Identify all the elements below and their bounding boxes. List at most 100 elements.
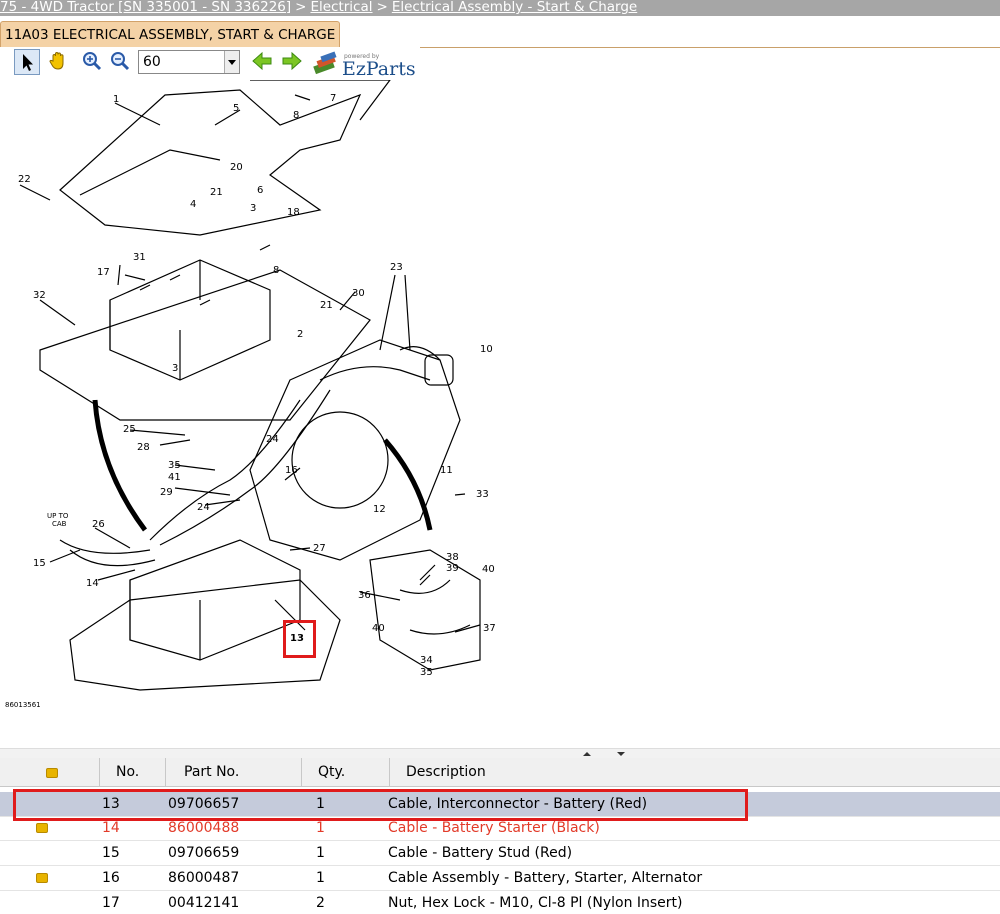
svg-text:21: 21 [320, 300, 333, 311]
svg-text:14: 14 [86, 578, 99, 589]
tab-assembly[interactable]: 11A03 ELECTRICAL ASSEMBLY, START & CHARG… [0, 21, 341, 48]
cell-description: Cable Assembly - Battery, Starter, Alter… [388, 870, 703, 886]
svg-text:40: 40 [482, 564, 495, 575]
up-to-cab-label-2: CAB [52, 520, 67, 528]
header-no[interactable]: No. [100, 758, 166, 786]
breadcrumb-link-electrical[interactable]: Electrical [310, 0, 372, 15]
cell-no: 17 [102, 895, 120, 911]
dropdown-button[interactable] [224, 51, 239, 73]
note-icon[interactable] [36, 873, 48, 883]
zoom-level-select[interactable]: 60 [138, 50, 240, 74]
breadcrumb-link-assembly[interactable]: Electrical Assembly - Start & Charge [392, 0, 637, 15]
arrow-left-icon [252, 51, 272, 71]
svg-text:35: 35 [168, 460, 181, 471]
row-highlight-box [13, 789, 748, 821]
cell-no: 15 [102, 845, 120, 861]
svg-text:1: 1 [113, 94, 119, 105]
battery-upper [109, 259, 271, 381]
breadcrumb: 75 - 4WD Tractor [SN 335001 - SN 336226]… [0, 0, 1000, 16]
svg-text:33: 33 [476, 489, 489, 500]
tab-bar: 11A03 ELECTRICAL ASSEMBLY, START & CHARG… [0, 16, 1000, 48]
svg-text:27: 27 [313, 543, 326, 554]
svg-text:8: 8 [293, 110, 299, 121]
breadcrumb-separator: > [295, 0, 307, 15]
pointer-tool-button[interactable] [14, 49, 40, 75]
cell-part-no: 00412141 [168, 895, 240, 911]
breadcrumb-link-model[interactable]: 75 - 4WD Tractor [SN 335001 - SN 336226] [0, 0, 291, 15]
header-part-no[interactable]: Part No. [166, 758, 302, 786]
cell-qty: 2 [316, 895, 325, 911]
svg-text:24: 24 [266, 434, 279, 445]
arrow-right-icon [282, 51, 302, 71]
cell-description: Cable - Battery Stud (Red) [388, 845, 573, 861]
cell-part-no: 09706659 [168, 845, 240, 861]
zoom-level-value: 60 [143, 54, 161, 70]
svg-text:37: 37 [483, 623, 496, 634]
zoom-out-icon [111, 52, 130, 71]
zoom-in-icon [83, 52, 102, 71]
parts-table-header: No. Part No. Qty. Description [0, 758, 1000, 787]
svg-text:15: 15 [33, 558, 46, 569]
svg-text:10: 10 [480, 344, 493, 355]
svg-text:31: 31 [133, 252, 146, 263]
svg-text:3: 3 [172, 363, 178, 374]
parts-diagram[interactable]: 1587 2021 622 4 3 1831 17 83221 233023 10252… [0, 80, 1000, 748]
header-qty[interactable]: Qty. [302, 758, 390, 786]
svg-text:35: 35 [420, 667, 433, 678]
svg-text:11: 11 [440, 465, 453, 476]
table-row[interactable]: 17 00412141 2 Nut, Hex Lock - M10, Cl-8 Pl … [0, 891, 1000, 914]
svg-text:21: 21 [210, 187, 223, 198]
table-row[interactable]: 16 86000487 1 Cable Assembly - Battery, Sta… [0, 866, 1000, 891]
svg-text:17: 17 [97, 267, 110, 278]
svg-text:38: 38 [446, 552, 459, 563]
battery-lower [129, 539, 301, 661]
svg-text:5: 5 [233, 103, 239, 114]
svg-text:34: 34 [420, 655, 433, 666]
svg-text:39: 39 [446, 563, 459, 574]
svg-text:7: 7 [330, 93, 336, 104]
cell-qty: 1 [316, 845, 325, 861]
svg-text:3: 3 [250, 203, 256, 214]
svg-text:25: 25 [123, 424, 136, 435]
zoom-in-button[interactable] [80, 49, 106, 75]
callout-highlight-box [283, 620, 316, 658]
note-icon [46, 768, 58, 778]
battery-tray-cover [59, 89, 362, 236]
svg-text:30: 30 [352, 288, 365, 299]
pan-tool-button[interactable] [46, 49, 72, 75]
svg-text:2: 2 [297, 329, 303, 340]
svg-text:12: 12 [373, 504, 386, 515]
dropdown-arrow-icon [228, 60, 236, 65]
svg-text:20: 20 [230, 162, 243, 173]
svg-text:6: 6 [257, 185, 263, 196]
svg-text:41: 41 [168, 472, 181, 483]
header-note[interactable] [0, 758, 100, 786]
svg-text:28: 28 [137, 442, 150, 453]
cell-part-no: 86000487 [168, 870, 240, 886]
hand-pan-icon [49, 51, 64, 70]
zoom-out-button[interactable] [108, 49, 134, 75]
table-row[interactable]: 15 09706659 1 Cable - Battery Stud (Red) [0, 841, 1000, 866]
svg-text:32: 32 [33, 290, 46, 301]
pointer-icon [23, 54, 33, 71]
breadcrumb-separator: > [376, 0, 388, 15]
header-description[interactable]: Description [390, 758, 1000, 786]
inset-detail [369, 549, 481, 671]
svg-text:40: 40 [372, 623, 385, 634]
cell-qty: 1 [316, 870, 325, 886]
note-icon[interactable] [36, 823, 48, 833]
parts-table: No. Part No. Qty. Description 13 09706657… [0, 758, 1000, 914]
svg-text:24: 24 [197, 502, 210, 513]
next-page-button[interactable] [280, 49, 306, 75]
svg-text:22: 22 [18, 174, 31, 185]
svg-text:8: 8 [273, 265, 279, 276]
svg-text:18: 18 [287, 207, 300, 218]
svg-text:4: 4 [190, 199, 196, 210]
ezparts-logo-icon [313, 51, 337, 75]
diagram-image-code: 86013561 [5, 701, 41, 709]
svg-text:26: 26 [92, 519, 105, 530]
previous-page-button[interactable] [250, 49, 276, 75]
cell-description: Nut, Hex Lock - M10, Cl-8 Pl (Nylon Inse… [388, 895, 683, 911]
svg-text:23: 23 [390, 262, 403, 273]
svg-text:16: 16 [285, 465, 298, 476]
